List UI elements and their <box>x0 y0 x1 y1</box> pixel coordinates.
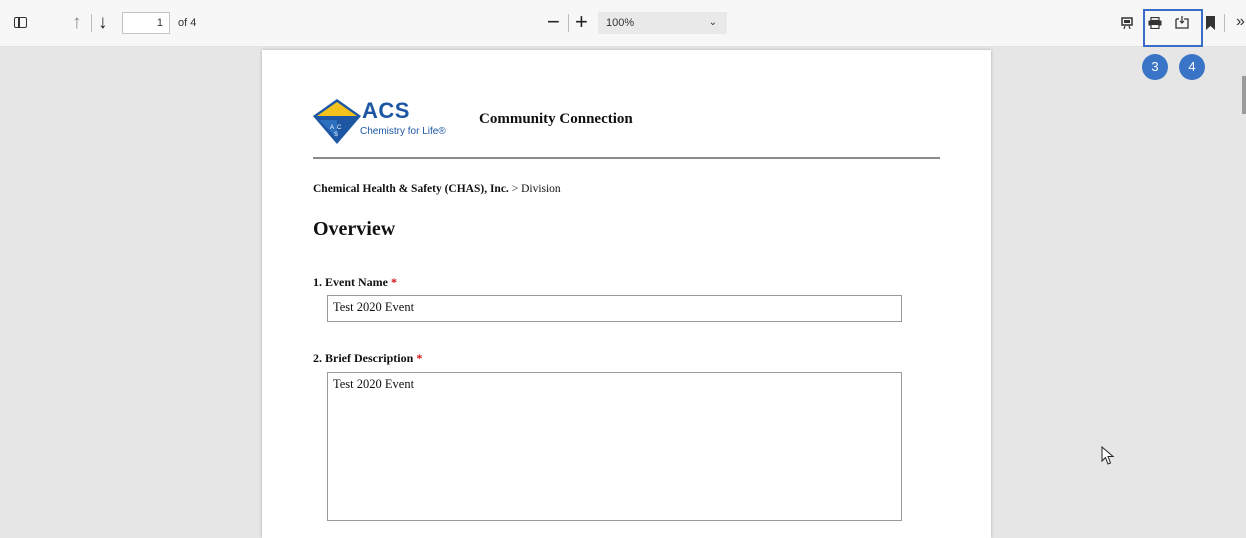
required-marker: * <box>416 351 423 365</box>
sidebar-toggle-icon[interactable] <box>14 17 27 28</box>
breadcrumb-separator: > <box>508 183 522 195</box>
svg-text:S: S <box>334 132 338 138</box>
previous-page-icon[interactable]: ↑ <box>72 13 82 32</box>
event-name-label: 1. Event Name * <box>313 275 397 290</box>
collapse-chevron-icon[interactable]: » <box>1236 13 1245 31</box>
breadcrumb-level: Division <box>521 183 561 195</box>
toolbar-divider <box>1224 14 1225 32</box>
bookmark-icon[interactable] <box>1206 16 1215 30</box>
acs-logo-name: ACS <box>362 98 410 123</box>
event-name-field[interactable]: Test 2020 Event <box>327 295 902 322</box>
breadcrumb: Chemical Health & Safety (CHAS), Inc. > … <box>313 183 561 195</box>
mouse-cursor-icon <box>1101 446 1115 465</box>
section-title: Overview <box>313 218 396 240</box>
page-number-input[interactable]: 1 <box>122 12 170 34</box>
brief-description-label: 2. Brief Description * <box>313 351 422 366</box>
svg-text:C: C <box>337 125 342 131</box>
toolbar-divider <box>91 14 92 32</box>
pdf-page: A C S ACS Chemistry for Life® Community … <box>262 50 991 538</box>
annotation-highlight-box <box>1143 9 1203 47</box>
brief-description-field[interactable]: Test 2020 Event <box>327 372 902 521</box>
document-title: Community Connection <box>479 111 633 127</box>
presentation-icon[interactable] <box>1121 17 1133 29</box>
required-marker: * <box>391 275 397 289</box>
step-badge-4: 4 <box>1179 54 1205 80</box>
header-divider <box>313 157 940 159</box>
field-label-text: 1. Event Name <box>313 275 388 289</box>
zoom-in-button[interactable]: + <box>575 10 588 34</box>
zoom-level-value: 100% <box>606 17 635 29</box>
page-total: of 4 <box>178 17 197 29</box>
next-page-icon[interactable]: ↓ <box>98 13 108 32</box>
scrollbar-thumb[interactable] <box>1242 76 1246 114</box>
pdf-toolbar: ↑ ↓ 1 of 4 − + 100% ⌄ » <box>0 0 1246 47</box>
svg-text:A: A <box>330 125 334 131</box>
acs-logo: A C S ACS Chemistry for Life® <box>313 94 463 150</box>
acs-logo-tagline: Chemistry for Life® <box>360 126 446 137</box>
breadcrumb-org: Chemical Health & Safety (CHAS), Inc. <box>313 183 509 195</box>
zoom-out-button[interactable]: − <box>547 10 560 34</box>
acs-emblem-icon: A C S <box>313 99 361 144</box>
toolbar-divider <box>568 14 569 32</box>
chevron-down-icon: ⌄ <box>708 17 717 28</box>
zoom-level-select[interactable]: 100% ⌄ <box>598 12 727 34</box>
step-badge-3: 3 <box>1142 54 1168 80</box>
field-label-text: 2. Brief Description <box>313 351 414 365</box>
